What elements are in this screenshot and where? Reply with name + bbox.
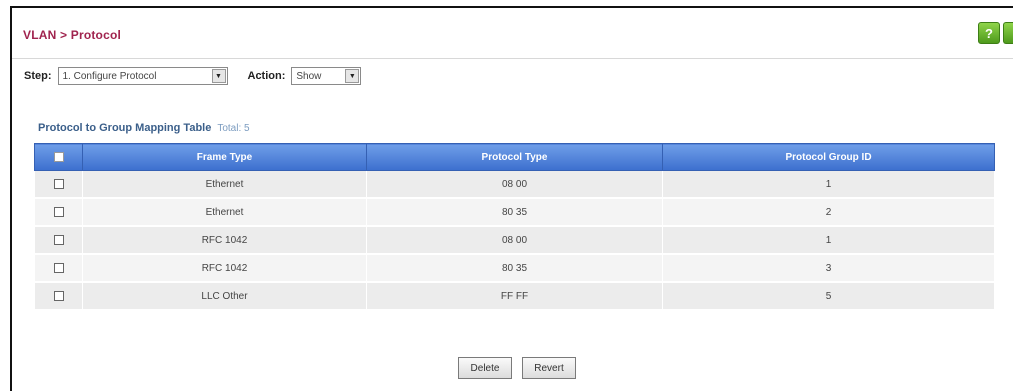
row-checkbox[interactable] [53, 234, 64, 245]
step-label: Step: [24, 70, 52, 82]
protocol-mapping-table: Frame Type Protocol Type Protocol Group … [34, 143, 995, 311]
table-row: LLC Other FF FF 5 [34, 281, 995, 311]
group-id-cell: 5 [662, 281, 995, 311]
group-id-cell: 1 [662, 225, 995, 255]
page-title: VLAN > Protocol [23, 28, 122, 42]
table-row: Ethernet 08 00 1 [34, 170, 995, 199]
action-select-value: Show [296, 70, 322, 82]
row-checkbox[interactable] [53, 178, 64, 189]
next-icon[interactable] [1003, 22, 1013, 44]
column-header-protocol-group-id[interactable]: Protocol Group ID [662, 143, 995, 171]
column-header-protocol-type[interactable]: Protocol Type [366, 143, 663, 171]
dropdown-arrow-icon[interactable]: ▼ [211, 69, 226, 83]
group-id-cell: 2 [662, 197, 995, 227]
row-checkbox[interactable] [53, 206, 64, 217]
title-bar: VLAN > Protocol ? [12, 8, 1013, 59]
protocol-type-cell: 08 00 [366, 170, 663, 199]
row-checkbox[interactable] [53, 262, 64, 273]
action-label: Action: [247, 70, 286, 82]
row-select-cell [34, 225, 83, 255]
step-select[interactable]: 1. Configure Protocol ▼ [57, 67, 228, 85]
help-icon[interactable]: ? [978, 22, 1000, 44]
row-checkbox[interactable] [53, 290, 64, 301]
action-select[interactable]: Show ▼ [291, 67, 362, 85]
dropdown-arrow-icon[interactable]: ▼ [345, 69, 360, 83]
protocol-type-cell: 80 35 [366, 197, 663, 227]
frame-type-cell: Ethernet [82, 170, 367, 199]
toolbar-icons: ? [978, 22, 1013, 44]
protocol-type-cell: 80 35 [366, 253, 663, 283]
row-select-cell [34, 197, 83, 227]
revert-button[interactable]: Revert [522, 357, 576, 379]
frame-type-cell: Ethernet [82, 197, 367, 227]
row-select-cell [34, 253, 83, 283]
select-all-checkbox[interactable] [53, 151, 64, 162]
table-row: RFC 1042 80 35 3 [34, 253, 995, 283]
protocol-type-cell: FF FF [366, 281, 663, 311]
table-row: RFC 1042 08 00 1 [34, 225, 995, 255]
row-select-cell [34, 170, 83, 199]
button-bar: Delete Revert [458, 357, 576, 379]
row-select-cell [34, 281, 83, 311]
frame-type-cell: RFC 1042 [82, 253, 367, 283]
group-id-cell: 3 [662, 253, 995, 283]
select-all-cell [34, 143, 83, 171]
table-row: Ethernet 80 35 2 [34, 197, 995, 227]
step-select-value: 1. Configure Protocol [62, 70, 157, 82]
table-total: Total: 5 [217, 123, 250, 134]
delete-button[interactable]: Delete [458, 357, 512, 379]
frame-type-cell: RFC 1042 [82, 225, 367, 255]
frame-type-cell: LLC Other [82, 281, 367, 311]
table-caption: Protocol to Group Mapping Table Total: 5 [38, 122, 250, 134]
table-title: Protocol to Group Mapping Table [38, 122, 212, 134]
column-header-frame-type[interactable]: Frame Type [82, 143, 367, 171]
form-row: Step: 1. Configure Protocol ▼ Action: Sh… [24, 66, 362, 86]
table-header-row: Frame Type Protocol Type Protocol Group … [34, 143, 995, 171]
protocol-type-cell: 08 00 [366, 225, 663, 255]
group-id-cell: 1 [662, 170, 995, 199]
